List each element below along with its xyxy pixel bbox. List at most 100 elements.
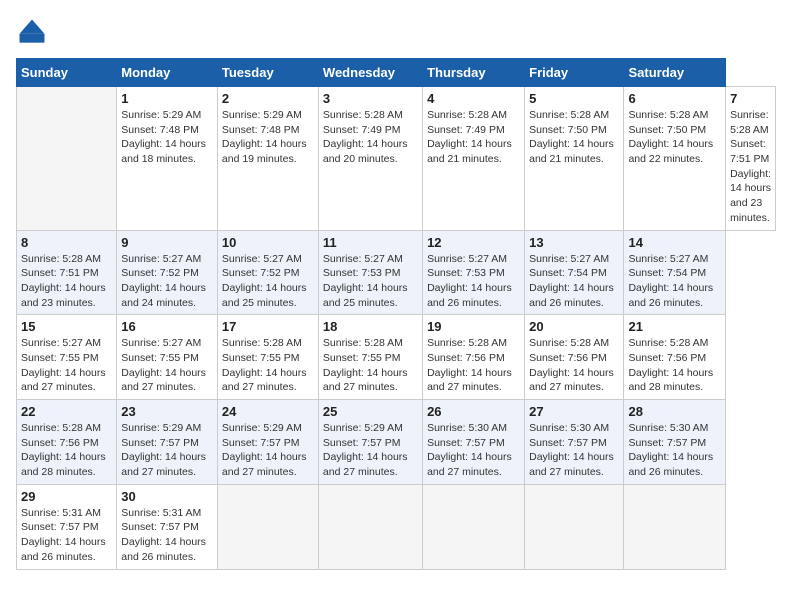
day-info: Sunrise: 5:29 AMSunset: 7:57 PMDaylight:… [121,422,206,478]
table-row: 23 Sunrise: 5:29 AMSunset: 7:57 PMDaylig… [117,400,218,485]
day-info: Sunrise: 5:30 AMSunset: 7:57 PMDaylight:… [529,422,614,478]
day-number: 30 [121,489,213,504]
table-row: 16 Sunrise: 5:27 AMSunset: 7:55 PMDaylig… [117,315,218,400]
day-number: 4 [427,91,520,106]
day-number: 13 [529,235,619,250]
table-row: 6 Sunrise: 5:28 AMSunset: 7:50 PMDayligh… [624,87,726,231]
empty-cell [17,87,117,231]
table-row [217,484,318,569]
table-row: 21 Sunrise: 5:28 AMSunset: 7:56 PMDaylig… [624,315,726,400]
table-row: 10 Sunrise: 5:27 AMSunset: 7:52 PMDaylig… [217,230,318,315]
day-info: Sunrise: 5:28 AMSunset: 7:49 PMDaylight:… [427,109,512,165]
table-row: 9 Sunrise: 5:27 AMSunset: 7:52 PMDayligh… [117,230,218,315]
day-number: 15 [21,319,112,334]
table-row: 8 Sunrise: 5:28 AMSunset: 7:51 PMDayligh… [17,230,117,315]
day-info: Sunrise: 5:27 AMSunset: 7:54 PMDaylight:… [628,253,713,309]
day-info: Sunrise: 5:29 AMSunset: 7:48 PMDaylight:… [222,109,307,165]
table-row: 2 Sunrise: 5:29 AMSunset: 7:48 PMDayligh… [217,87,318,231]
day-info: Sunrise: 5:27 AMSunset: 7:55 PMDaylight:… [121,337,206,393]
day-info: Sunrise: 5:28 AMSunset: 7:51 PMDaylight:… [730,109,771,224]
table-row: 25 Sunrise: 5:29 AMSunset: 7:57 PMDaylig… [318,400,422,485]
day-info: Sunrise: 5:28 AMSunset: 7:50 PMDaylight:… [628,109,713,165]
day-number: 21 [628,319,721,334]
day-info: Sunrise: 5:28 AMSunset: 7:56 PMDaylight:… [628,337,713,393]
day-info: Sunrise: 5:27 AMSunset: 7:52 PMDaylight:… [222,253,307,309]
day-number: 10 [222,235,314,250]
logo-icon [16,16,48,48]
day-number: 23 [121,404,213,419]
day-info: Sunrise: 5:27 AMSunset: 7:53 PMDaylight:… [323,253,408,309]
table-row: 19 Sunrise: 5:28 AMSunset: 7:56 PMDaylig… [423,315,525,400]
day-info: Sunrise: 5:28 AMSunset: 7:51 PMDaylight:… [21,253,106,309]
day-info: Sunrise: 5:27 AMSunset: 7:55 PMDaylight:… [21,337,106,393]
day-info: Sunrise: 5:29 AMSunset: 7:48 PMDaylight:… [121,109,206,165]
table-row: 27 Sunrise: 5:30 AMSunset: 7:57 PMDaylig… [525,400,624,485]
table-row [624,484,726,569]
day-number: 9 [121,235,213,250]
page-header [16,16,776,48]
day-number: 2 [222,91,314,106]
day-header-wednesday: Wednesday [318,59,422,87]
day-number: 19 [427,319,520,334]
day-info: Sunrise: 5:28 AMSunset: 7:56 PMDaylight:… [529,337,614,393]
day-header-sunday: Sunday [17,59,117,87]
table-row: 1 Sunrise: 5:29 AMSunset: 7:48 PMDayligh… [117,87,218,231]
day-number: 12 [427,235,520,250]
day-info: Sunrise: 5:29 AMSunset: 7:57 PMDaylight:… [323,422,408,478]
table-row: 14 Sunrise: 5:27 AMSunset: 7:54 PMDaylig… [624,230,726,315]
calendar-table: SundayMondayTuesdayWednesdayThursdayFrid… [16,58,776,570]
day-info: Sunrise: 5:29 AMSunset: 7:57 PMDaylight:… [222,422,307,478]
table-row: 13 Sunrise: 5:27 AMSunset: 7:54 PMDaylig… [525,230,624,315]
day-number: 14 [628,235,721,250]
day-header-friday: Friday [525,59,624,87]
day-info: Sunrise: 5:31 AMSunset: 7:57 PMDaylight:… [121,507,206,563]
table-row [318,484,422,569]
table-row: 28 Sunrise: 5:30 AMSunset: 7:57 PMDaylig… [624,400,726,485]
day-info: Sunrise: 5:28 AMSunset: 7:49 PMDaylight:… [323,109,408,165]
table-row [525,484,624,569]
day-info: Sunrise: 5:28 AMSunset: 7:56 PMDaylight:… [21,422,106,478]
day-number: 22 [21,404,112,419]
table-row: 24 Sunrise: 5:29 AMSunset: 7:57 PMDaylig… [217,400,318,485]
day-number: 16 [121,319,213,334]
day-info: Sunrise: 5:30 AMSunset: 7:57 PMDaylight:… [427,422,512,478]
table-row: 20 Sunrise: 5:28 AMSunset: 7:56 PMDaylig… [525,315,624,400]
day-number: 28 [628,404,721,419]
table-row: 22 Sunrise: 5:28 AMSunset: 7:56 PMDaylig… [17,400,117,485]
table-row: 4 Sunrise: 5:28 AMSunset: 7:49 PMDayligh… [423,87,525,231]
logo [16,16,52,48]
table-row: 15 Sunrise: 5:27 AMSunset: 7:55 PMDaylig… [17,315,117,400]
day-number: 24 [222,404,314,419]
table-row: 5 Sunrise: 5:28 AMSunset: 7:50 PMDayligh… [525,87,624,231]
table-row: 29 Sunrise: 5:31 AMSunset: 7:57 PMDaylig… [17,484,117,569]
day-number: 18 [323,319,418,334]
table-row: 7 Sunrise: 5:28 AMSunset: 7:51 PMDayligh… [726,87,776,231]
day-info: Sunrise: 5:31 AMSunset: 7:57 PMDaylight:… [21,507,106,563]
day-number: 1 [121,91,213,106]
table-row: 17 Sunrise: 5:28 AMSunset: 7:55 PMDaylig… [217,315,318,400]
day-number: 11 [323,235,418,250]
day-number: 3 [323,91,418,106]
table-row: 26 Sunrise: 5:30 AMSunset: 7:57 PMDaylig… [423,400,525,485]
day-number: 7 [730,91,771,106]
day-header-saturday: Saturday [624,59,726,87]
day-number: 6 [628,91,721,106]
day-number: 26 [427,404,520,419]
day-header-monday: Monday [117,59,218,87]
day-number: 17 [222,319,314,334]
day-number: 8 [21,235,112,250]
table-row: 30 Sunrise: 5:31 AMSunset: 7:57 PMDaylig… [117,484,218,569]
day-info: Sunrise: 5:28 AMSunset: 7:56 PMDaylight:… [427,337,512,393]
day-info: Sunrise: 5:27 AMSunset: 7:53 PMDaylight:… [427,253,512,309]
table-row: 11 Sunrise: 5:27 AMSunset: 7:53 PMDaylig… [318,230,422,315]
day-info: Sunrise: 5:28 AMSunset: 7:55 PMDaylight:… [323,337,408,393]
day-info: Sunrise: 5:28 AMSunset: 7:50 PMDaylight:… [529,109,614,165]
table-row: 3 Sunrise: 5:28 AMSunset: 7:49 PMDayligh… [318,87,422,231]
day-info: Sunrise: 5:30 AMSunset: 7:57 PMDaylight:… [628,422,713,478]
table-row [423,484,525,569]
day-header-tuesday: Tuesday [217,59,318,87]
day-number: 25 [323,404,418,419]
day-info: Sunrise: 5:27 AMSunset: 7:54 PMDaylight:… [529,253,614,309]
day-header-thursday: Thursday [423,59,525,87]
day-number: 29 [21,489,112,504]
